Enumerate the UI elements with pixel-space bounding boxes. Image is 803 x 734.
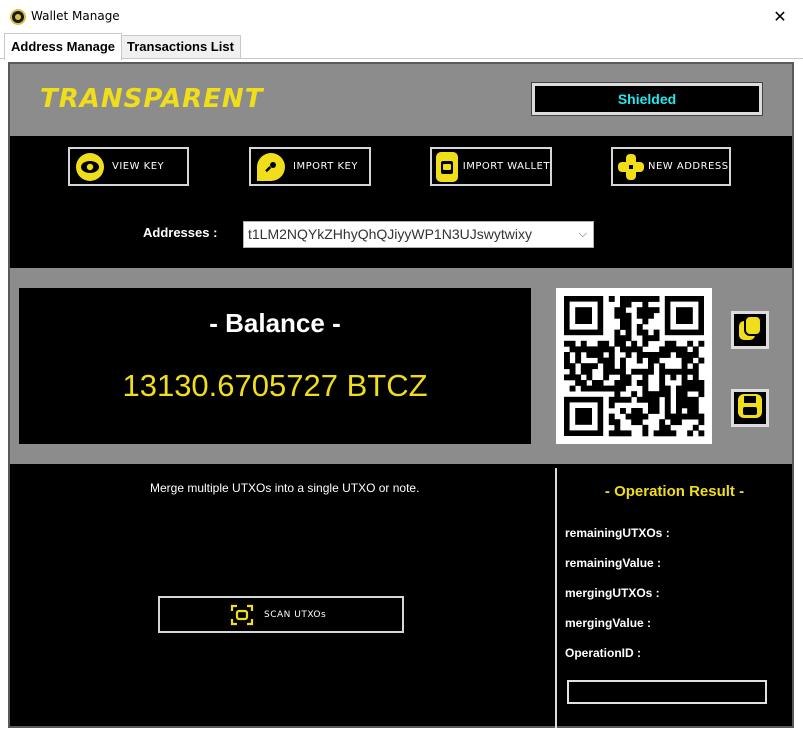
save-icon (736, 392, 764, 425)
merging-value-label: mergingValue : (565, 616, 652, 630)
scan-utxos-button[interactable]: SCAN UTXOs (158, 596, 404, 633)
import-key-label: IMPORT KEY (293, 161, 358, 172)
tab-bar: Address Manage Transactions List (0, 33, 803, 60)
header-band: TRANSPARENT Shielded (10, 64, 792, 136)
address-dropdown-value: t1LM2NQYkZHhyQhQJiyyWP1N3UJswytwixy (248, 226, 532, 242)
operation-id-field[interactable] (567, 680, 767, 704)
eye-icon (76, 152, 104, 181)
import-wallet-label: IMPORT WALLET (462, 161, 550, 172)
operation-id-label: OperationID : (565, 646, 642, 660)
address-qr-code (556, 288, 712, 444)
remaining-value-label: remainingValue : (565, 556, 662, 570)
wallet-import-icon (436, 151, 458, 182)
window-title: Wallet Manage (31, 9, 120, 23)
address-dropdown[interactable]: t1LM2NQYkZHhyQhQJiyyWP1N3UJswytwixy ⌵ (243, 221, 594, 248)
import-wallet-button[interactable]: IMPORT WALLET (430, 147, 552, 186)
brand-title: TRANSPARENT (40, 84, 264, 114)
new-address-button[interactable]: NEW ADDRESS (611, 147, 731, 186)
copy-address-button[interactable] (731, 311, 769, 349)
app-logo-icon (10, 9, 26, 25)
address-manage-panel: TRANSPARENT Shielded VIEW KEY IMPORT KEY… (8, 62, 794, 728)
chevron-down-icon[interactable]: ⌵ (579, 222, 587, 247)
balance-box: - Balance - 13130.6705727 BTCZ (19, 288, 531, 444)
balance-value: 13130.6705727 BTCZ (122, 368, 428, 403)
view-key-label: VIEW KEY (112, 161, 165, 172)
tab-address-manage[interactable]: Address Manage (4, 33, 123, 60)
remaining-utxos-label: remainingUTXOs : (565, 526, 670, 540)
merging-utxos-label: mergingUTXOs : (565, 586, 660, 600)
key-icon (257, 152, 285, 181)
shielded-button[interactable]: Shielded (531, 82, 763, 116)
close-button[interactable]: ✕ (757, 0, 803, 33)
copy-icon (736, 314, 764, 347)
tab-transactions-list[interactable]: Transactions List (120, 35, 241, 59)
scan-icon (230, 603, 254, 627)
merge-description: Merge multiple UTXOs into a single UTXO … (150, 481, 420, 495)
title-bar: Wallet Manage ✕ (0, 0, 803, 33)
plus-icon (617, 153, 645, 181)
scan-utxos-label: SCAN UTXOs (264, 609, 327, 620)
import-key-button[interactable]: IMPORT KEY (249, 147, 371, 186)
balance-title: - Balance - (209, 308, 341, 338)
operation-result-title: - Operation Result - (604, 483, 745, 500)
section-divider (555, 468, 557, 728)
balance-band: - Balance - 13130.6705727 BTCZ (10, 268, 792, 464)
addresses-label: Addresses : (143, 225, 218, 240)
view-key-button[interactable]: VIEW KEY (68, 147, 189, 186)
save-qr-button[interactable] (731, 389, 769, 427)
new-address-label: NEW ADDRESS (648, 161, 729, 172)
